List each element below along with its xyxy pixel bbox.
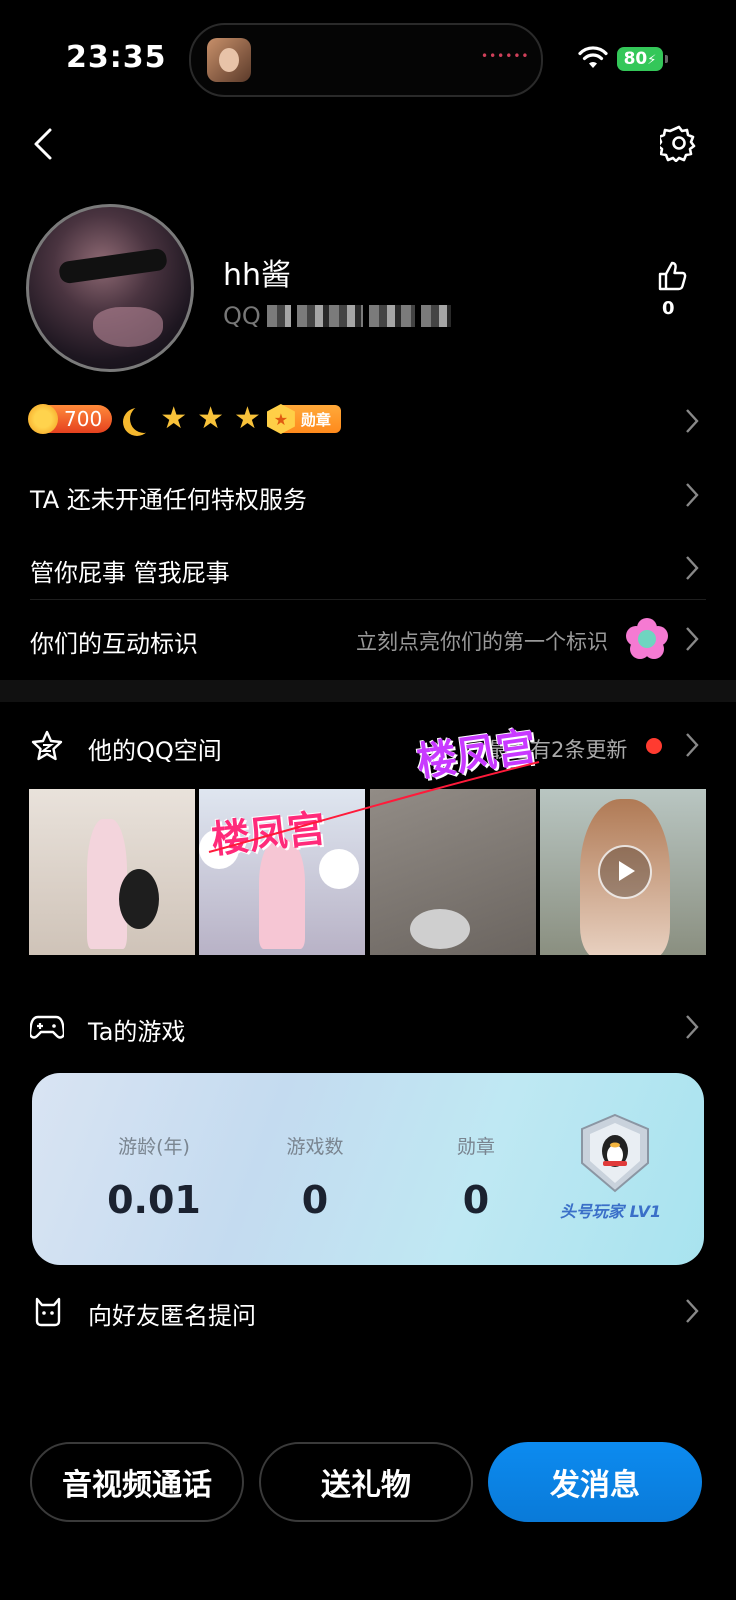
send-gift-button[interactable]: 送礼物 — [259, 1442, 473, 1522]
update-red-dot — [646, 738, 662, 754]
medal-label: 勋章 — [300, 410, 331, 429]
qq-number-masked — [296, 305, 363, 327]
chevron-right-icon — [686, 1015, 699, 1039]
qq-prefix: QQ — [223, 302, 261, 330]
audio-video-call-button[interactable]: 音视频通话 — [30, 1442, 244, 1522]
wifi-icon — [578, 46, 608, 68]
play-icon[interactable] — [598, 845, 652, 899]
settings-gear-icon[interactable] — [660, 124, 698, 162]
qq-number-masked — [266, 305, 291, 327]
profile-avatar[interactable] — [26, 204, 194, 372]
medal-star-icon: ★ — [266, 404, 295, 434]
badges-row[interactable]: 700 ★ ★ ★ ★ 勋章 — [28, 401, 341, 436]
interaction-mark-label[interactable]: 你们的互动标识 — [30, 624, 198, 659]
stat-label: 游龄(年) — [118, 1136, 190, 1158]
chevron-right-icon — [686, 556, 699, 580]
status-time: 23:35 — [66, 40, 167, 75]
qq-number: QQ — [223, 302, 451, 330]
battery-level: 80 — [623, 49, 648, 69]
gamepad-icon — [30, 1015, 64, 1039]
island-activity-indicator: •••••• — [481, 49, 530, 63]
qq-number-masked — [420, 305, 451, 327]
coin-icon — [28, 404, 58, 434]
qzone-video-thumbnail[interactable] — [540, 789, 706, 955]
chevron-right-icon — [686, 483, 699, 507]
stat-value: 0.01 — [107, 1178, 201, 1222]
anonymous-question-title[interactable]: 向好友匿名提问 — [88, 1296, 256, 1331]
coin-level: 700 — [64, 407, 103, 431]
medal-badge: ★ 勋章 — [266, 404, 341, 434]
games-title[interactable]: Ta的游戏 — [88, 1012, 185, 1047]
divider — [30, 599, 706, 600]
send-message-button[interactable]: 发消息 — [488, 1442, 702, 1522]
penguin-player-badge-icon — [581, 1113, 649, 1193]
battery-indicator: 80⚡ — [617, 47, 668, 71]
stat-label: 游戏数 — [286, 1136, 344, 1158]
star-icon: ★ — [160, 401, 188, 436]
profile-nickname: hh酱 — [223, 258, 292, 293]
annotation-stroke — [208, 761, 540, 853]
cat-face-icon — [35, 1297, 61, 1327]
moon-icon — [130, 405, 158, 433]
level-coin-badge: 700 — [28, 404, 113, 434]
chevron-right-icon — [686, 627, 699, 651]
chevron-right-icon — [686, 409, 699, 433]
star-icon: ★ — [234, 401, 261, 436]
chevron-right-icon — [686, 1299, 699, 1323]
star-icon: ★ — [197, 401, 224, 436]
signature-row[interactable]: 管你屁事 管我屁事 — [30, 553, 230, 588]
dynamic-island[interactable]: •••••• — [189, 23, 543, 97]
island-media-thumbnail — [207, 38, 251, 82]
qzone-star-icon — [31, 730, 63, 761]
player-level-label: 头号玩家 LV1 — [560, 1202, 662, 1221]
stat-label: 勋章 — [456, 1136, 495, 1158]
back-arrow-icon[interactable] — [28, 124, 58, 164]
chevron-right-icon — [686, 733, 699, 757]
stat-value: 0 — [462, 1178, 490, 1222]
stat-value: 0 — [301, 1178, 329, 1222]
interaction-mark-hint[interactable]: 立刻点亮你们的第一个标识 — [356, 626, 608, 656]
section-separator — [0, 680, 736, 702]
like-count: 0 — [662, 298, 675, 319]
thumbs-up-icon[interactable] — [656, 260, 688, 292]
qq-number-masked — [368, 305, 415, 327]
qzone-photo[interactable] — [29, 789, 195, 955]
privilege-row[interactable]: TA 还未开通任何特权服务 — [30, 480, 307, 515]
flower-icon — [626, 618, 668, 660]
